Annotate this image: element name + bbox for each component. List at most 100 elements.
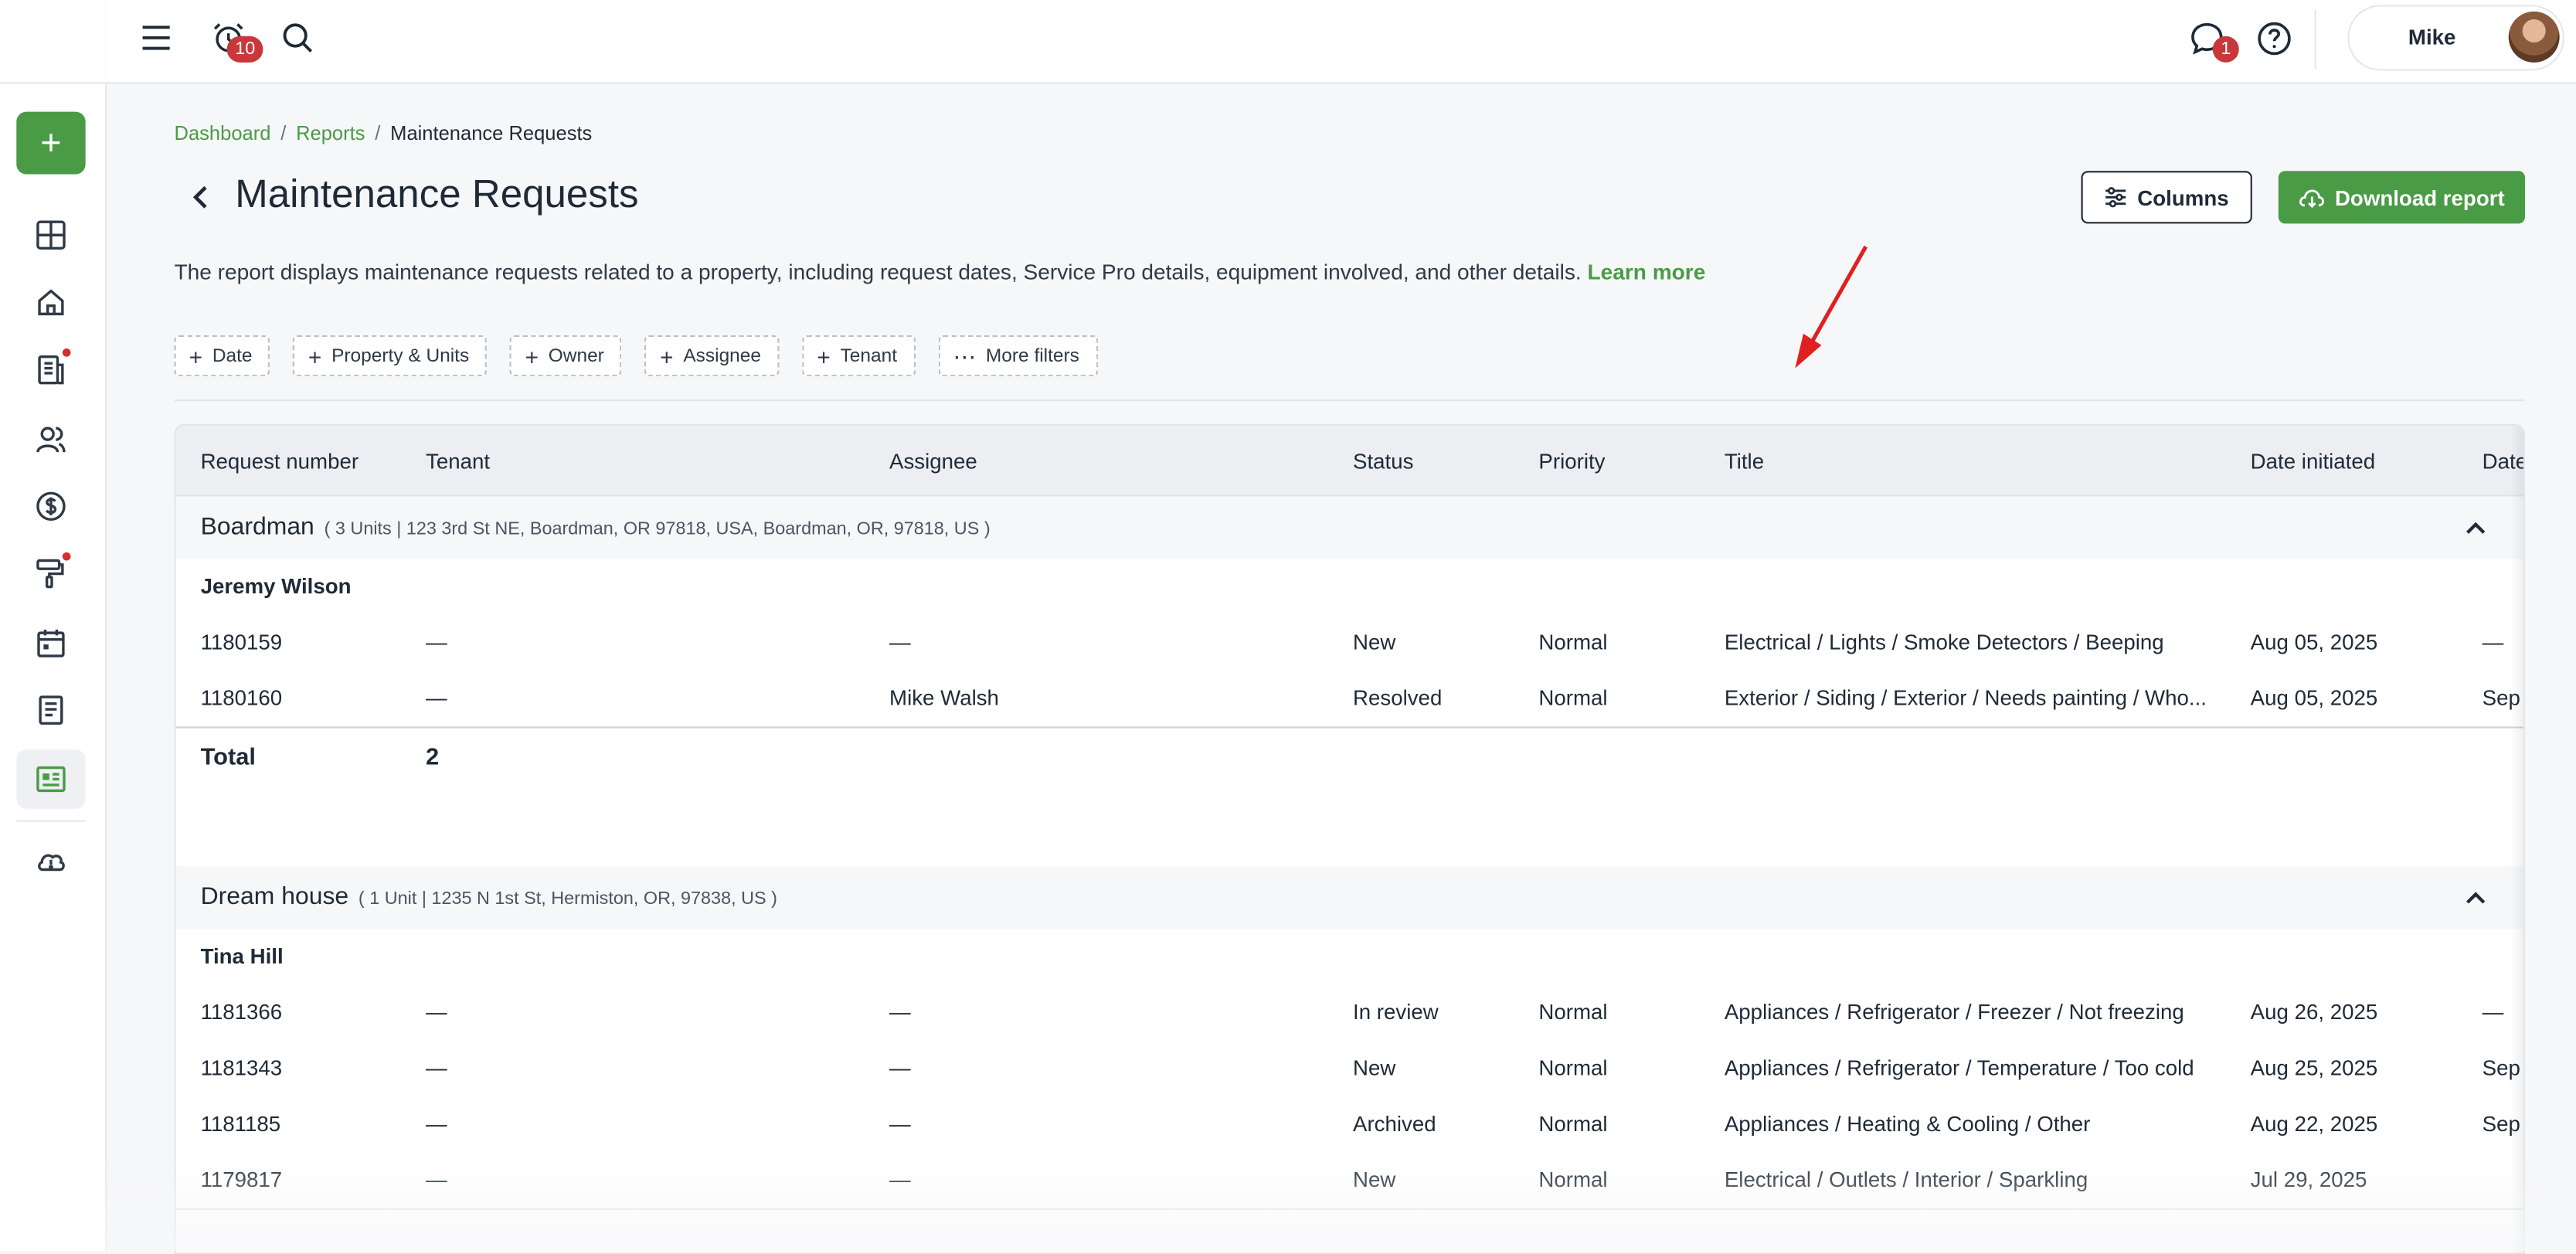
page-description: The report displays maintenance requests…	[175, 260, 1706, 284]
filter-tenant[interactable]: + Tenant	[802, 335, 916, 377]
group-row-boardman[interactable]: Boardman ( 3 Units | 123 3rd St NE, Board…	[175, 496, 2523, 561]
horizontal-scroll-shadow	[2510, 426, 2523, 1253]
table-row[interactable]: 1179817 — — New Normal Electrical / Outl…	[175, 1152, 2523, 1210]
sidebar-divider	[16, 820, 86, 822]
column-header-status[interactable]: Status	[1353, 449, 1413, 474]
breadcrumb-separator: /	[375, 121, 381, 145]
annotation-arrow-icon	[1795, 245, 1868, 369]
create-new-button[interactable]: +	[16, 111, 86, 175]
dashboard-icon	[36, 220, 66, 250]
reports-icon	[36, 766, 66, 793]
column-header-request-number[interactable]: Request number	[201, 449, 359, 474]
cell-priority: Normal	[1538, 1167, 1608, 1192]
user-menu[interactable]: Mike	[2347, 5, 2565, 71]
column-header-assignee[interactable]: Assignee	[889, 449, 977, 474]
table-row[interactable]: 1181185 — — Archived Normal Appliances /…	[175, 1096, 2523, 1154]
avatar	[2508, 11, 2560, 63]
download-report-button[interactable]: Download report	[2278, 171, 2525, 224]
cell-assignee: —	[889, 999, 911, 1025]
filter-label: Property & Units	[331, 345, 470, 366]
table-row[interactable]: 1180160 — Mike Walsh Resolved Normal Ext…	[175, 671, 2523, 729]
cell-priority: Normal	[1538, 999, 1608, 1025]
menu-button[interactable]	[134, 16, 177, 59]
column-header-date-initiated[interactable]: Date initiated	[2251, 449, 2375, 474]
cell-date-initiated: Aug 05, 2025	[2250, 629, 2378, 654]
table-row[interactable]: 1181343 — — New Normal Appliances / Refr…	[175, 1040, 2523, 1099]
report-table: Request number Tenant Assignee Status Pr…	[174, 423, 2525, 1254]
cell-date: —	[2482, 999, 2504, 1025]
columns-label: Columns	[2137, 185, 2229, 210]
cell-date-initiated: Aug 05, 2025	[2250, 685, 2378, 711]
dollar-icon	[36, 491, 66, 522]
chevron-up-icon[interactable]	[2464, 886, 2487, 909]
cell-title: Appliances / Heating & Cooling / Other	[1724, 1111, 2091, 1137]
sidebar-item-properties[interactable]	[33, 284, 70, 321]
cell-assignee: —	[889, 1055, 911, 1080]
sidebar-item-calendar[interactable]	[33, 624, 70, 661]
home-icon	[38, 289, 64, 316]
paint-roller-icon	[36, 559, 64, 589]
chevron-up-icon[interactable]	[2464, 516, 2487, 539]
messages-badge: 1	[2212, 36, 2240, 63]
cell-request-number: 1181185	[200, 1111, 281, 1137]
page-title: Maintenance Requests	[235, 172, 639, 217]
sidebar-item-leasing[interactable]	[33, 352, 70, 388]
learn-more-link[interactable]: Learn more	[1587, 260, 1705, 284]
cell-status: Resolved	[1353, 685, 1443, 711]
sidebar-item-cloud[interactable]	[33, 843, 70, 879]
sidebar-item-maintenance[interactable]	[33, 556, 70, 592]
more-filters-button[interactable]: ⋯ More filters	[938, 335, 1098, 377]
cell-priority: Normal	[1538, 629, 1608, 654]
cell-assignee: Mike Walsh	[889, 685, 999, 711]
search-button[interactable]	[276, 16, 318, 59]
cell-tenant: —	[426, 1167, 447, 1192]
breadcrumb-separator: /	[280, 121, 287, 145]
group-title: Dream house ( 1 Unit | 1235 N 1st St, Her…	[201, 883, 777, 911]
column-header-tenant[interactable]: Tenant	[426, 449, 490, 474]
table-row[interactable]: 1181366 — — In review Normal Appliances …	[175, 984, 2523, 1042]
breadcrumb-dashboard[interactable]: Dashboard	[175, 121, 271, 144]
calendar-icon	[37, 629, 65, 658]
cell-tenant: —	[426, 629, 447, 654]
filter-date[interactable]: + Date	[174, 335, 270, 377]
breadcrumb-reports[interactable]: Reports	[296, 121, 365, 144]
top-bar: 10 1 Mike	[105, 0, 2576, 84]
sidebar-item-people[interactable]	[33, 421, 70, 457]
filter-assignee[interactable]: + Assignee	[645, 335, 780, 377]
plus-icon: +	[308, 342, 322, 369]
total-row: Total 2	[175, 726, 2523, 867]
menu-icon	[142, 25, 170, 50]
sidebar-item-dashboard[interactable]	[33, 217, 70, 253]
sidebar-item-accounting[interactable]	[33, 488, 70, 525]
filter-label: Tenant	[840, 345, 898, 366]
cell-request-number: 1181366	[200, 999, 283, 1025]
plus-icon: +	[525, 342, 539, 369]
cell-assignee: —	[889, 1111, 911, 1137]
sidebar-logo-area	[0, 0, 106, 84]
group-row-dream-house[interactable]: Dream house ( 1 Unit | 1235 N 1st St, Her…	[175, 866, 2523, 931]
cell-date-initiated: Jul 29, 2025	[2250, 1167, 2367, 1192]
column-header-title[interactable]: Title	[1725, 449, 1764, 474]
back-arrow-icon[interactable]	[185, 179, 215, 216]
document-icon	[39, 695, 63, 725]
help-button[interactable]	[2252, 16, 2295, 59]
total-label: Total	[200, 744, 256, 771]
filter-owner[interactable]: + Owner	[510, 335, 623, 377]
filter-bar: + Date + Property & Units + Owner + Assignee…	[174, 335, 1098, 377]
cell-assignee: —	[889, 629, 911, 654]
sidebar-item-reports[interactable]	[33, 761, 70, 797]
plus-icon: +	[660, 342, 674, 369]
columns-button[interactable]: Columns	[2081, 171, 2252, 224]
table-row[interactable]: 1180159 — — New Normal Electrical / Ligh…	[175, 614, 2523, 673]
plus-icon: +	[40, 121, 62, 163]
plus-icon: +	[817, 342, 831, 369]
filter-property-units[interactable]: + Property & Units	[293, 335, 488, 377]
sidebar-item-documents[interactable]	[33, 692, 70, 729]
cell-tenant: —	[426, 1055, 447, 1080]
group-name: Boardman	[200, 512, 314, 541]
cell-tenant: —	[426, 999, 447, 1025]
person-name: Jeremy Wilson	[200, 573, 352, 599]
leasing-alert-dot	[62, 348, 71, 357]
cell-title: Electrical / Lights / Smoke Detectors / …	[1724, 629, 2164, 654]
column-header-priority[interactable]: Priority	[1538, 449, 1605, 474]
